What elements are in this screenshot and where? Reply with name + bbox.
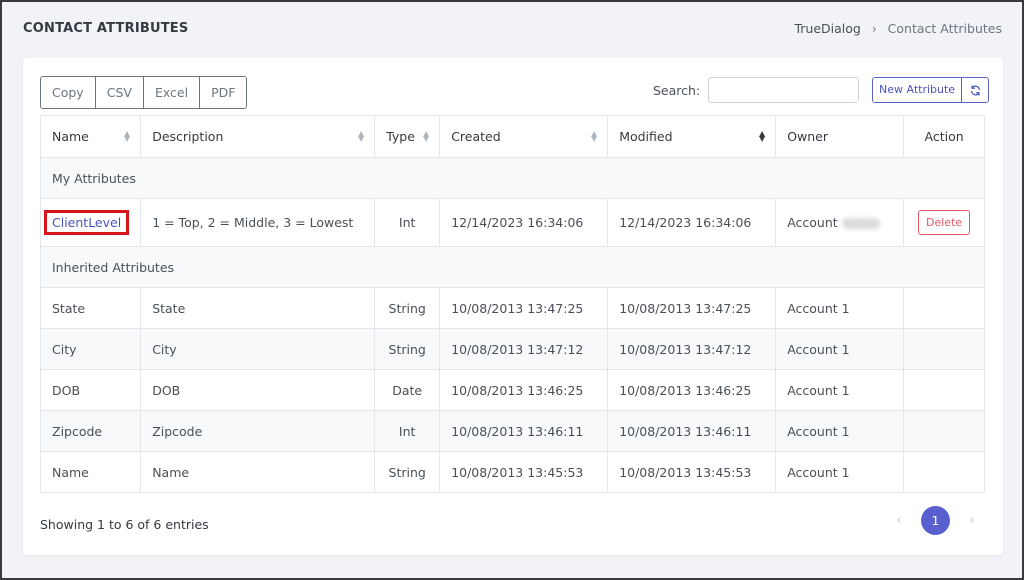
group-row-my-attributes: My Attributes xyxy=(40,157,985,199)
pdf-button[interactable]: PDF xyxy=(200,77,247,108)
cell-owner: Account 1 xyxy=(775,328,905,370)
attributes-table: Name ▲ ▼ Description ▲ ▼ Type ▲ ▼ Created ▲ ▼ Mo… xyxy=(39,115,985,493)
cell-modified: 10/08/2013 13:47:12 xyxy=(607,328,777,370)
sort-icon: ▲ ▼ xyxy=(358,129,365,143)
cell-description: Name xyxy=(140,451,376,493)
sort-icon: ▲ ▼ xyxy=(124,129,131,143)
table-row: State State String 10/08/2013 13:47:25 1… xyxy=(39,287,985,329)
cell-modified: 12/14/2023 16:34:06 xyxy=(607,198,777,247)
cell-modified: 10/08/2013 13:46:25 xyxy=(607,369,777,411)
table-row: DOB DOB Date 10/08/2013 13:46:25 10/08/2… xyxy=(39,369,985,411)
attributes-card: Copy CSV Excel PDF Search: New Attribute… xyxy=(23,58,1003,555)
cell-owner: Account 1 xyxy=(775,369,905,411)
cell-action: Delete xyxy=(903,198,985,247)
cell-owner: Account xyxy=(775,198,905,247)
cell-created: 10/08/2013 13:45:53 xyxy=(439,451,609,493)
cell-modified: 10/08/2013 13:47:25 xyxy=(607,287,777,329)
refresh-icon xyxy=(970,84,980,96)
csv-button[interactable]: CSV xyxy=(95,77,144,108)
highlight-box: ClientLevel xyxy=(44,210,130,235)
next-page-icon[interactable]: › xyxy=(958,513,986,528)
page-title: CONTACT ATTRIBUTES xyxy=(23,21,189,36)
attribute-actions: New Attribute xyxy=(872,77,990,103)
breadcrumb-current: Contact Attributes xyxy=(887,21,1002,36)
cell-type: String xyxy=(374,328,441,370)
cell-type: Int xyxy=(374,198,441,247)
cell-name: Zipcode xyxy=(39,410,142,452)
table-row: Zipcode Zipcode Int 10/08/2013 13:46:11 … xyxy=(39,410,985,452)
column-header-modified[interactable]: Modified ▲ ▼ xyxy=(607,115,777,158)
column-header-type[interactable]: Type ▲ ▼ xyxy=(374,115,441,158)
table-info: Showing 1 to 6 of 6 entries xyxy=(40,517,209,532)
cell-created: 10/08/2013 13:46:25 xyxy=(439,369,609,411)
cell-name: DOB xyxy=(39,369,142,411)
column-header-name[interactable]: Name ▲ ▼ xyxy=(39,115,142,158)
cell-description: Zipcode xyxy=(140,410,376,452)
breadcrumb: TrueDialog › Contact Attributes xyxy=(794,21,1002,36)
cell-description: DOB xyxy=(140,369,376,411)
search-input[interactable] xyxy=(708,77,860,103)
cell-type: String xyxy=(374,451,441,493)
column-header-created[interactable]: Created ▲ ▼ xyxy=(439,115,609,158)
cell-action xyxy=(903,451,985,493)
cell-created: 10/08/2013 13:47:12 xyxy=(439,328,609,370)
search-area: Search: xyxy=(653,77,860,103)
cell-owner: Account 1 xyxy=(775,451,905,493)
copy-button[interactable]: Copy xyxy=(41,77,96,108)
group-row-inherited-attributes: Inherited Attributes xyxy=(40,246,985,288)
cell-type: String xyxy=(374,287,441,329)
cell-action xyxy=(903,328,985,370)
sort-desc-icon: ▲ ▼ xyxy=(759,129,766,143)
cell-description: State xyxy=(140,287,376,329)
table-row: Name Name String 10/08/2013 13:45:53 10/… xyxy=(39,451,985,493)
cell-action xyxy=(903,410,985,452)
sort-icon: ▲ ▼ xyxy=(591,129,598,143)
cell-name: Name xyxy=(39,451,142,493)
previous-page-icon[interactable]: ‹ xyxy=(885,513,913,528)
chevron-right-icon: › xyxy=(871,21,877,36)
attribute-name-link[interactable]: ClientLevel xyxy=(52,215,121,230)
cell-name: City xyxy=(39,328,142,370)
cell-owner: Account 1 xyxy=(775,287,905,329)
refresh-button[interactable] xyxy=(962,78,989,102)
cell-created: 12/14/2023 16:34:06 xyxy=(439,198,609,247)
excel-button[interactable]: Excel xyxy=(143,77,201,108)
delete-button[interactable]: Delete xyxy=(918,210,971,235)
cell-type: Date xyxy=(374,369,441,411)
cell-description: 1 = Top, 2 = Middle, 3 = Lowest xyxy=(140,198,376,247)
cell-created: 10/08/2013 13:46:11 xyxy=(439,410,609,452)
pagination: ‹ 1 › xyxy=(885,506,986,535)
cell-modified: 10/08/2013 13:46:11 xyxy=(607,410,777,452)
cell-type: Int xyxy=(374,410,441,452)
column-header-description[interactable]: Description ▲ ▼ xyxy=(140,115,376,158)
column-header-action: Action xyxy=(903,115,985,158)
sort-icon: ▲ ▼ xyxy=(423,129,430,143)
table-row: ClientLevel 1 = Top, 2 = Middle, 3 = Low… xyxy=(39,198,985,247)
redacted-account-id xyxy=(841,218,880,229)
cell-description: City xyxy=(140,328,376,370)
table-row: City City String 10/08/2013 13:47:12 10/… xyxy=(39,328,985,370)
column-header-owner: Owner xyxy=(775,115,905,158)
breadcrumb-home-link[interactable]: TrueDialog xyxy=(794,21,860,36)
search-label: Search: xyxy=(653,82,701,98)
page-button-1[interactable]: 1 xyxy=(921,506,950,535)
cell-modified: 10/08/2013 13:45:53 xyxy=(607,451,777,493)
cell-owner: Account 1 xyxy=(775,410,905,452)
export-button-group: Copy CSV Excel PDF xyxy=(40,76,248,109)
cell-action xyxy=(903,287,985,329)
new-attribute-button[interactable]: New Attribute xyxy=(873,78,963,102)
cell-created: 10/08/2013 13:47:25 xyxy=(439,287,609,329)
cell-action xyxy=(903,369,985,411)
cell-name: State xyxy=(39,287,142,329)
